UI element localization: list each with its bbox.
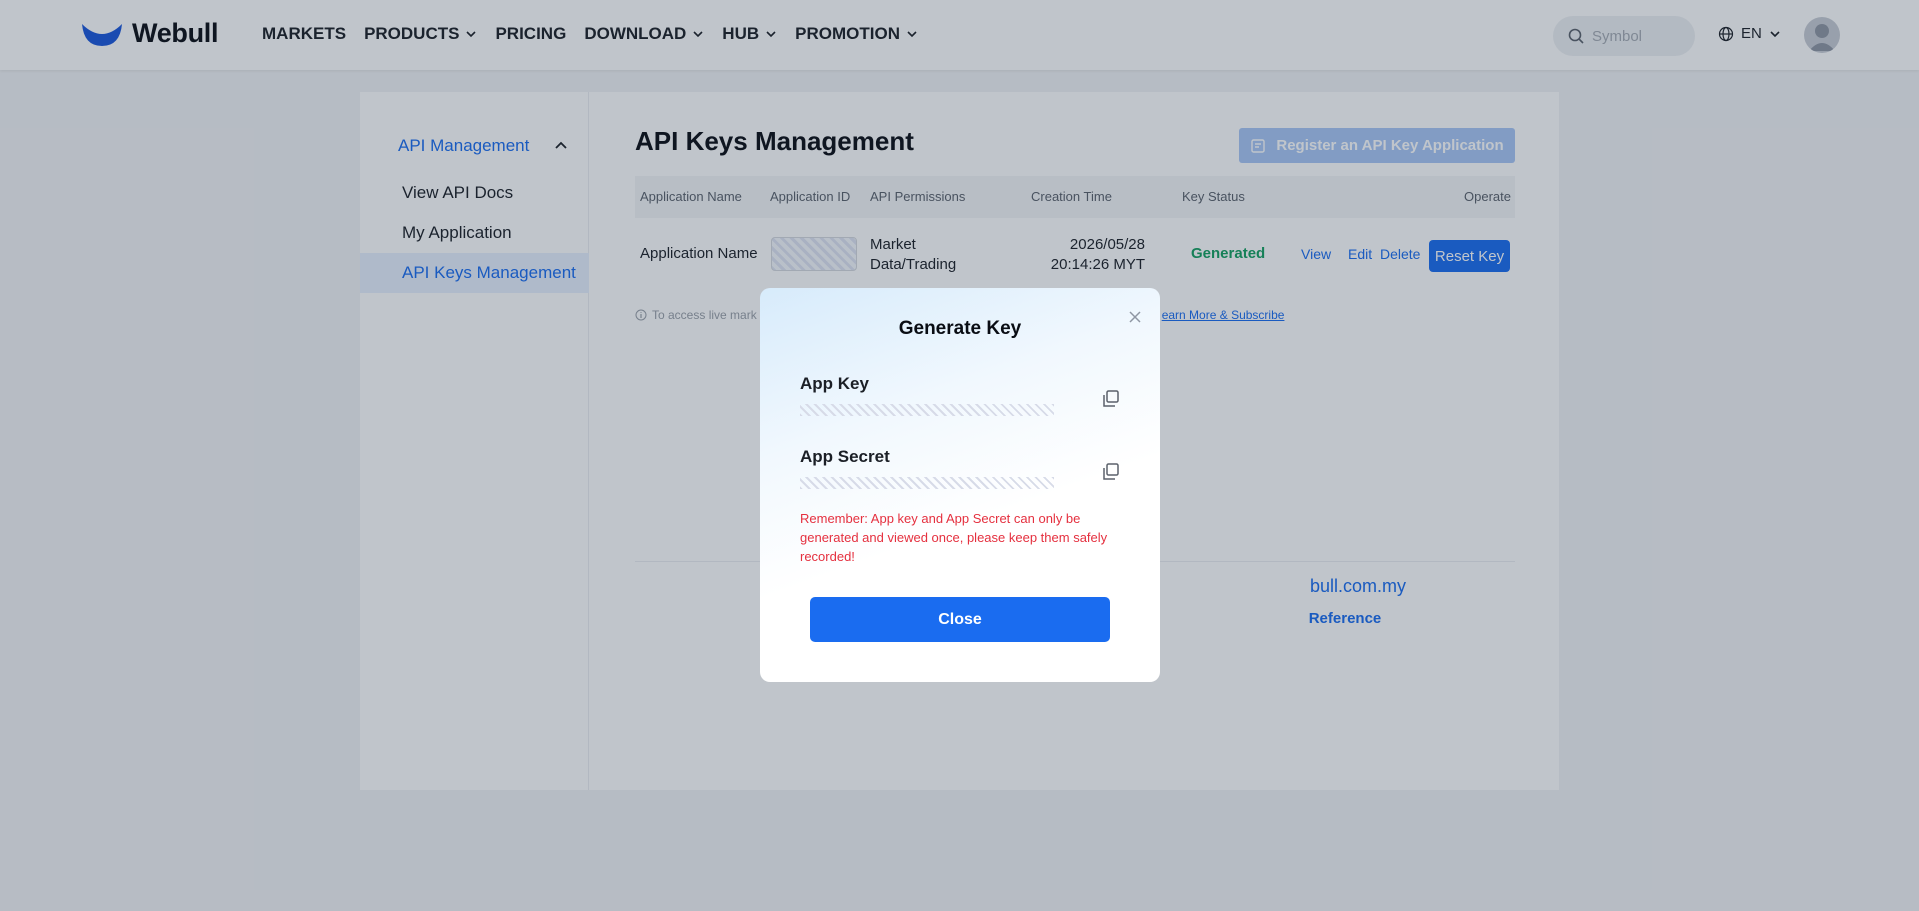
warning-message: Remember: App key and App Secret can onl… [800,511,1108,564]
app-secret-value-redacted [800,477,1054,489]
app-key-label: App Key [800,374,869,393]
close-icon[interactable] [1126,308,1144,326]
close-button[interactable]: Close [810,597,1110,642]
copy-icon[interactable] [1100,461,1122,483]
copy-icon[interactable] [1100,388,1122,410]
dialog-title: Generate Key [898,318,1022,339]
generate-key-dialog: Generate Key App Key App Secret Remember… [760,288,1160,682]
app-key-value-redacted [800,404,1054,416]
app-secret-label: App Secret [800,447,890,466]
